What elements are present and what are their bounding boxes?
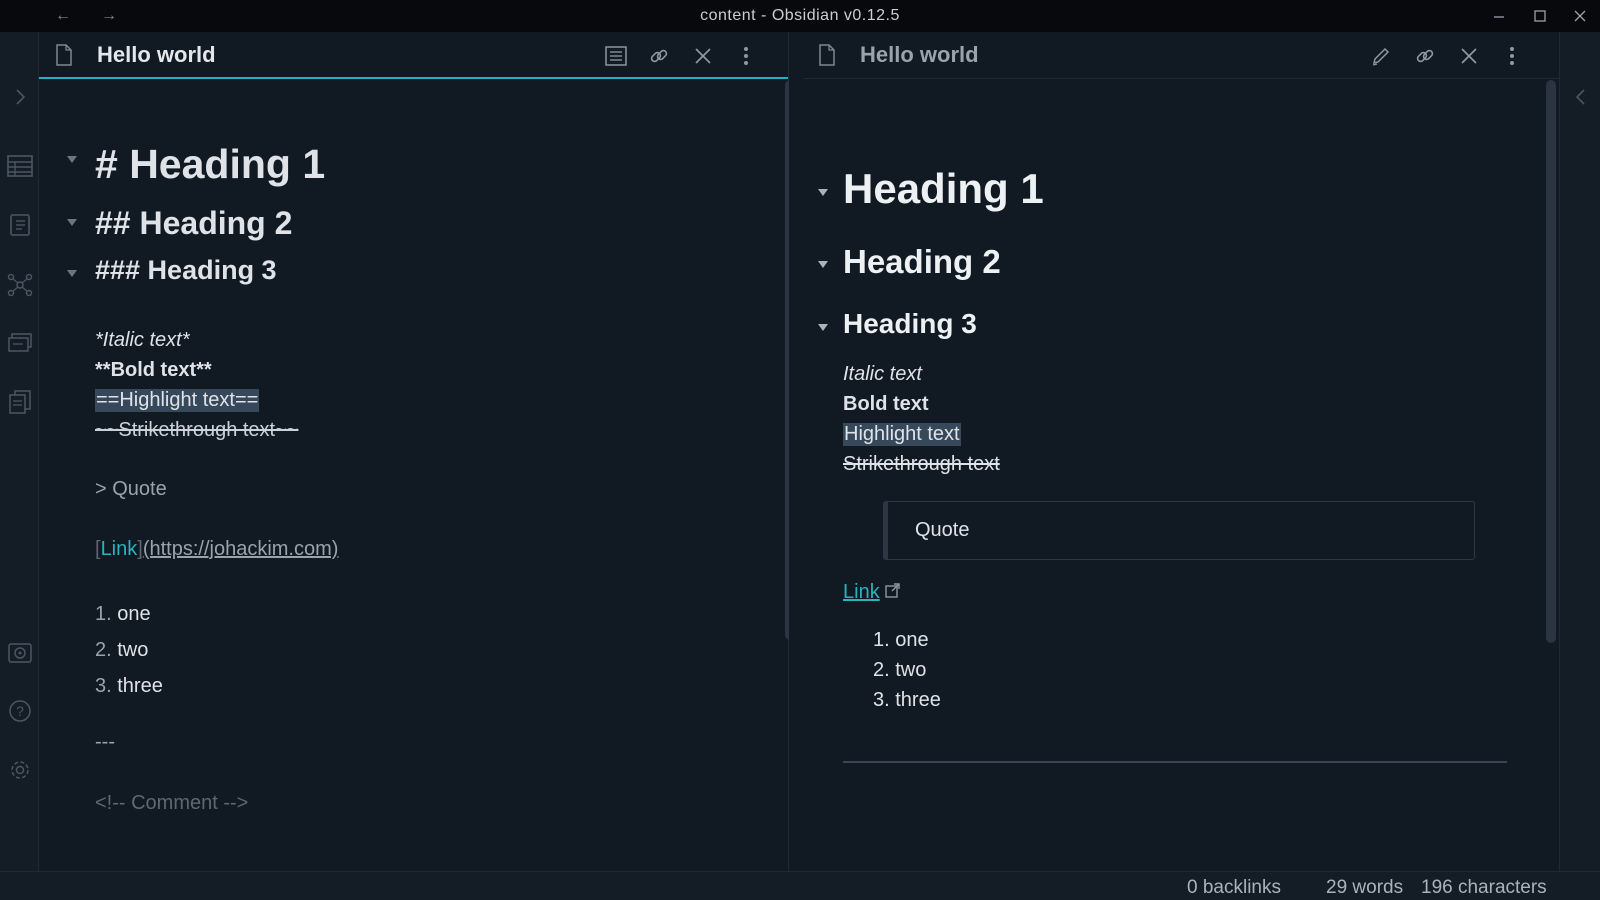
editor-pane-header: Hello world [39, 32, 788, 79]
preview-highlight: Highlight text [843, 423, 961, 446]
source-strikethrough[interactable]: ~~Strikethrough text~~ [95, 419, 298, 442]
source-bold[interactable]: **Bold text** [95, 359, 212, 382]
preview-blockquote: Quote [883, 501, 1475, 560]
source-horizontal-rule[interactable]: --- [95, 731, 115, 754]
note-title[interactable]: Hello world [97, 42, 216, 68]
source-list-item[interactable]: 2. two [95, 639, 148, 662]
preview-link[interactable]: Link [843, 581, 880, 603]
preview-heading-2: Heading 2 [843, 243, 1001, 280]
close-icon[interactable] [688, 42, 718, 70]
left-ribbon: ? [0, 32, 39, 871]
preview-heading-3: Heading 3 [843, 308, 977, 339]
word-count: 29 words [1326, 877, 1404, 898]
fold-h3-icon[interactable] [66, 266, 78, 277]
daily-notes-icon[interactable] [5, 210, 35, 240]
source-list-item[interactable]: 3. three [95, 675, 163, 698]
preview-horizontal-rule [843, 761, 1507, 763]
fold-h2-icon[interactable] [66, 215, 78, 226]
close-icon[interactable] [1454, 42, 1484, 70]
preview-link-line: Link [843, 581, 901, 604]
window-title: content - Obsidian v0.12.5 [700, 7, 900, 24]
source-heading-3[interactable]: ### Heading 3 [95, 255, 277, 286]
external-link-icon [885, 581, 901, 604]
list-text: one [117, 603, 151, 625]
expand-right-sidebar-chevron-icon[interactable] [1566, 82, 1596, 112]
status-bar: 0 backlinks 29 words 196 characters [0, 871, 1600, 900]
character-count: 196 characters [1421, 877, 1547, 898]
slides-icon[interactable] [5, 328, 35, 358]
list-text: three [895, 689, 941, 711]
editor-pane: Hello world # Heading 1 ## Heading 2 ###… [39, 32, 795, 871]
preview-scrollbar[interactable] [1546, 80, 1556, 643]
source-italic[interactable]: *Italic text* [95, 329, 189, 352]
markdown-source-editor[interactable]: # Heading 1 ## Heading 2 ### Heading 3 *… [39, 79, 768, 871]
minimize-icon[interactable] [1485, 4, 1513, 28]
source-link-url[interactable]: (https://johackim.com) [143, 538, 339, 560]
link-icon[interactable] [1410, 42, 1440, 70]
templates-icon[interactable] [5, 387, 35, 417]
preview-pane: Hello world Heading 1 Heading 2 Heading … [804, 32, 1559, 871]
preview-pane-header: Hello world [804, 32, 1559, 79]
source-comment[interactable]: <!-- Comment --> [95, 792, 248, 815]
source-list-item[interactable]: 1. one [95, 603, 151, 626]
markdown-preview: Heading 1 Heading 2 Heading 3 Italic tex… [804, 79, 1539, 871]
preview-heading-1: Heading 1 [843, 165, 1044, 212]
preview-bold: Bold text [843, 393, 929, 415]
source-highlight[interactable]: ==Highlight text== [95, 389, 260, 412]
maximize-icon[interactable] [1526, 4, 1554, 28]
title-bar: ← → content - Obsidian v0.12.5 [0, 0, 1600, 32]
list-number: 2. [95, 639, 112, 661]
right-ribbon [1559, 32, 1600, 871]
source-link-line[interactable]: [Link](https://johackim.com) [95, 538, 338, 561]
fold-h2-icon[interactable] [817, 257, 829, 268]
more-options-icon[interactable] [731, 42, 761, 70]
source-heading-2[interactable]: ## Heading 2 [95, 205, 292, 242]
preview-list-item: 1. one [873, 629, 929, 652]
source-link-text[interactable]: Link [101, 538, 138, 560]
note-title[interactable]: Hello world [860, 42, 979, 68]
list-number: 3. [873, 689, 890, 711]
source-heading-1[interactable]: # Heading 1 [95, 141, 325, 188]
pane-divider[interactable] [789, 32, 804, 871]
preview-strikethrough: Strikethrough text [843, 453, 1000, 475]
graph-view-icon[interactable] [5, 270, 35, 300]
list-number: 1. [873, 629, 890, 651]
list-number: 2. [873, 659, 890, 681]
preview-list-item: 3. three [873, 689, 941, 712]
close-window-icon[interactable] [1566, 4, 1594, 28]
list-text: two [117, 639, 149, 661]
expand-sidebar-chevron-icon[interactable] [5, 82, 35, 112]
list-number: 1. [95, 603, 112, 625]
fold-h1-icon[interactable] [66, 152, 78, 163]
list-text: one [895, 629, 929, 651]
help-icon[interactable]: ? [5, 696, 35, 726]
edit-pencil-icon[interactable] [1366, 42, 1396, 70]
preview-italic: Italic text [843, 363, 922, 385]
fold-h3-icon[interactable] [817, 320, 829, 331]
more-options-icon[interactable] [1497, 42, 1527, 70]
settings-gear-icon[interactable] [5, 755, 35, 785]
quote-text: Quote [915, 519, 970, 541]
list-number: 3. [95, 675, 112, 697]
source-quote[interactable]: > Quote [95, 478, 167, 501]
list-text: three [117, 675, 163, 697]
fold-h1-icon[interactable] [817, 185, 829, 196]
document-icon [818, 44, 836, 71]
vault-icon[interactable] [5, 638, 35, 668]
link-icon[interactable] [644, 42, 674, 70]
preview-list-item: 2. two [873, 659, 926, 682]
table-icon[interactable] [5, 151, 35, 181]
document-icon [55, 44, 73, 71]
backlinks-count[interactable]: 0 backlinks [1187, 877, 1281, 899]
reading-view-icon[interactable] [601, 42, 631, 70]
svg-text:?: ? [16, 703, 24, 719]
list-text: two [895, 659, 927, 681]
